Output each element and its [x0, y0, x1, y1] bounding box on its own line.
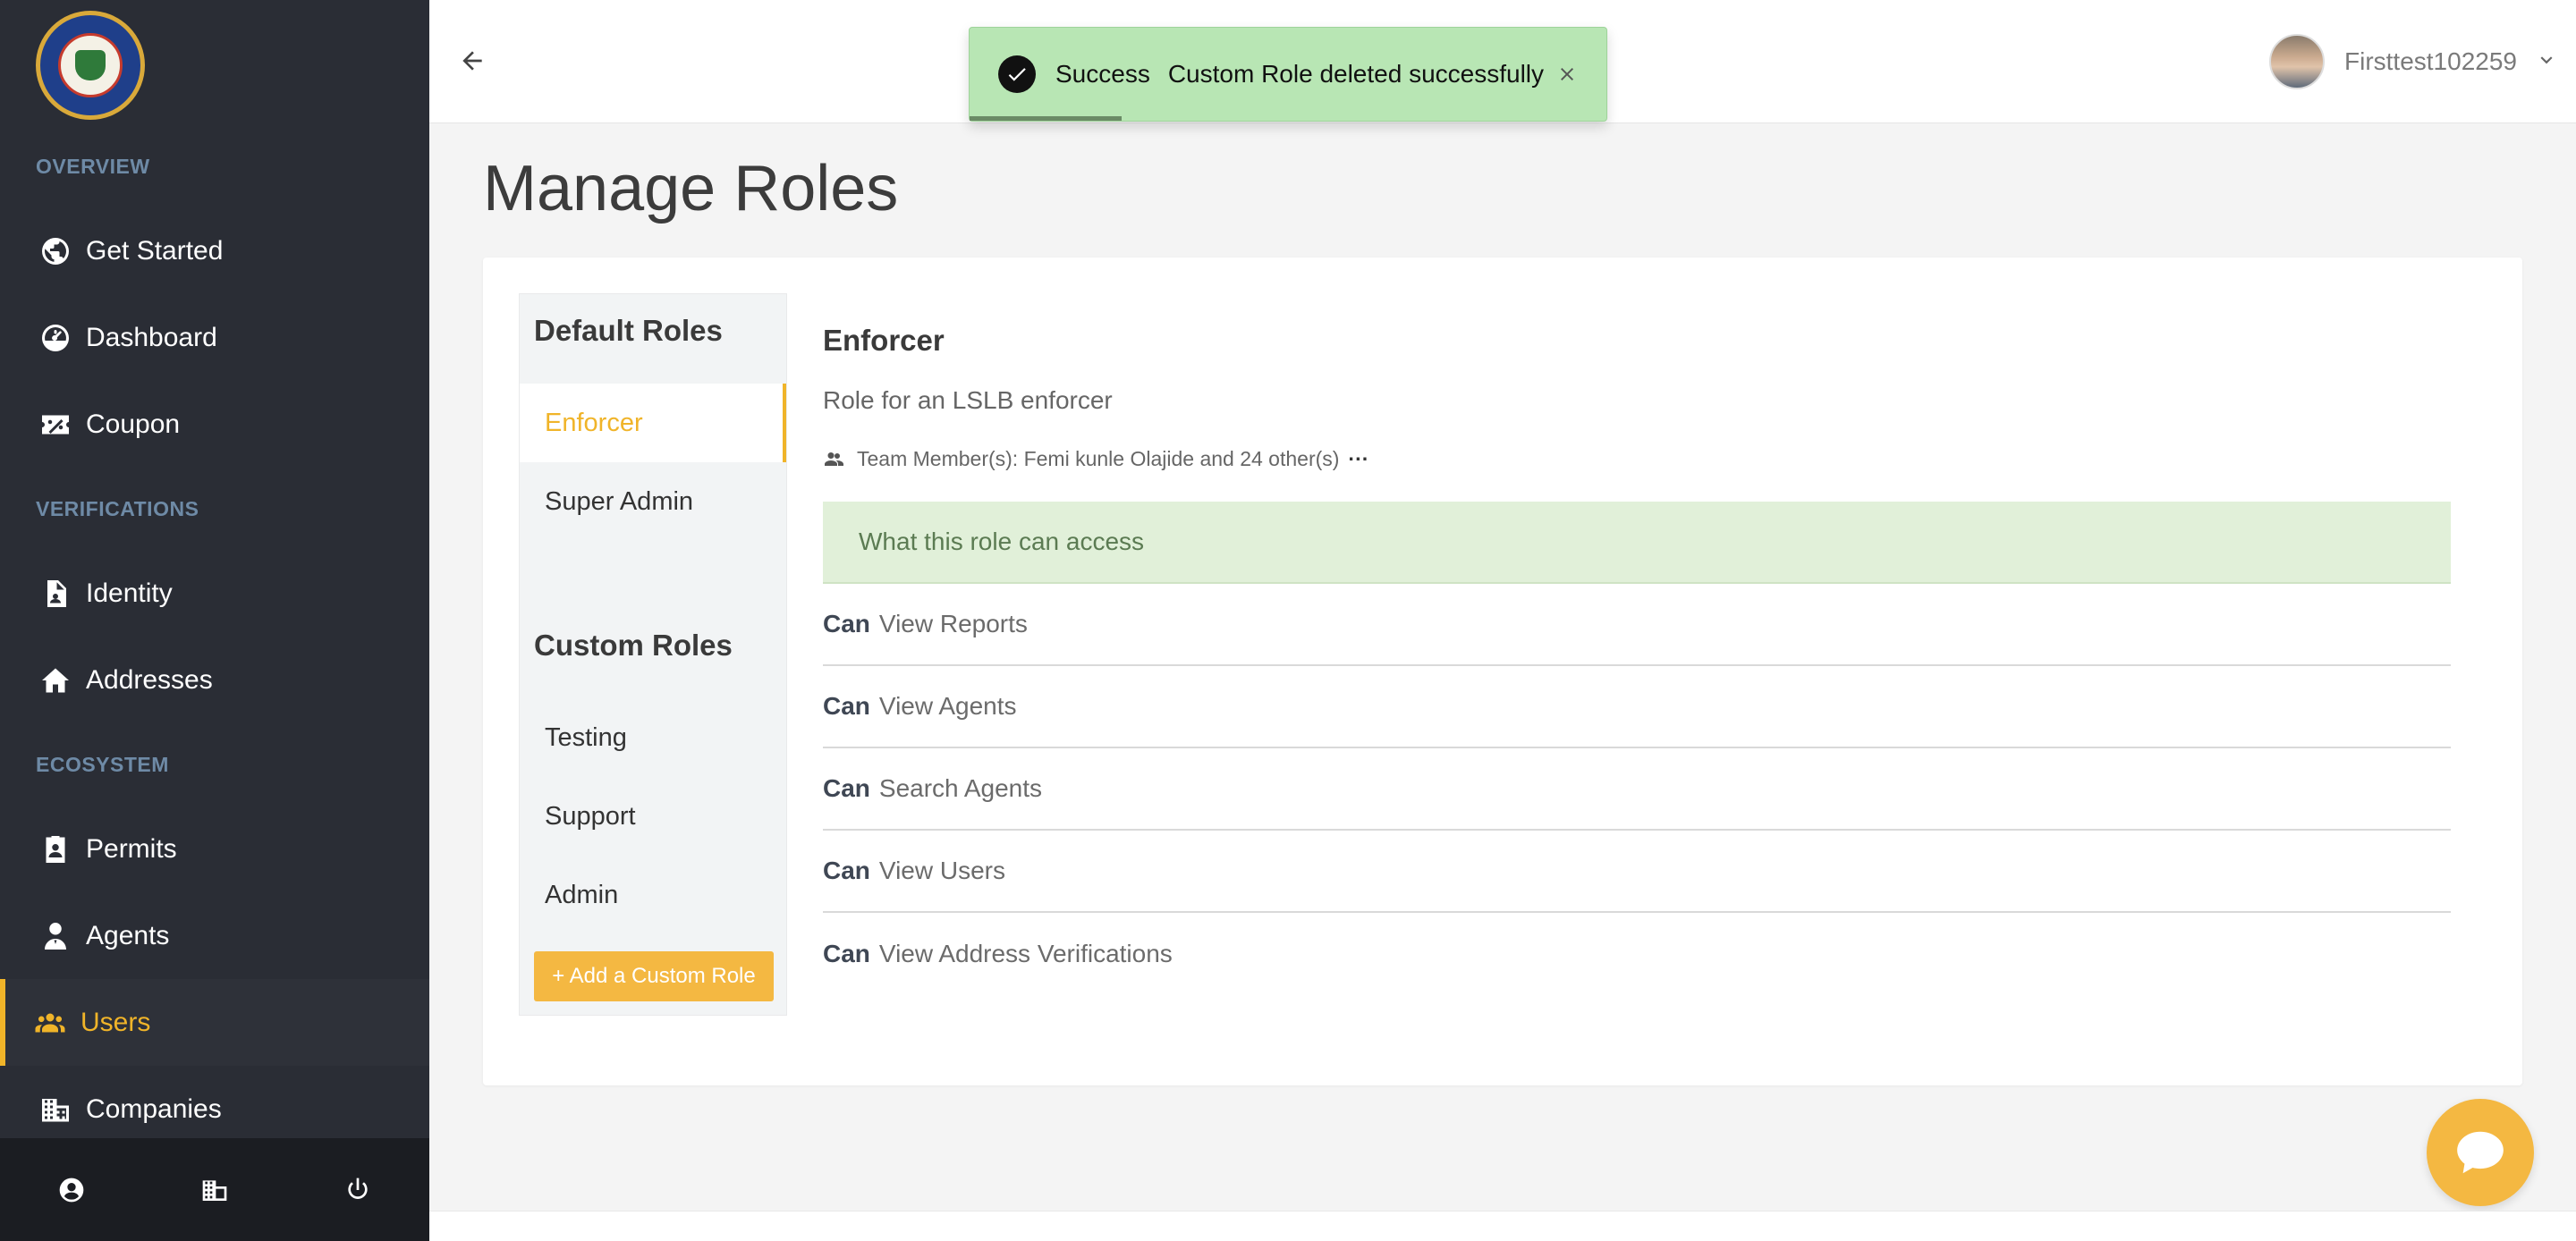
users-group-icon — [32, 1005, 68, 1041]
permission-row: Can View Users — [823, 831, 2451, 913]
sidebar-item-get-started[interactable]: Get Started — [0, 207, 429, 294]
roles-card: Default Roles Enforcer Super Admin Custo… — [483, 257, 2522, 1085]
logo-emblem — [58, 33, 123, 97]
badge-icon — [38, 832, 73, 867]
sidebar-item-label: Coupon — [86, 409, 181, 439]
check-circle-icon — [998, 55, 1036, 93]
permission-row: Can View Address Verifications — [823, 913, 2451, 995]
permission-can-label: Can — [823, 857, 870, 884]
permission-text: View Reports — [878, 610, 1028, 637]
add-custom-role-button[interactable]: + Add a Custom Role — [534, 951, 774, 1001]
more-options-icon[interactable]: ··· — [1348, 447, 1368, 471]
avatar — [2269, 34, 2325, 89]
home-icon — [38, 663, 73, 698]
permission-text: Search Agents — [878, 774, 1043, 802]
sidebar-item-label: Permits — [86, 833, 177, 864]
power-icon[interactable] — [340, 1172, 376, 1208]
user-menu[interactable]: Firsttest102259 — [2269, 32, 2558, 91]
access-heading: What this role can access — [823, 502, 2451, 584]
permission-row: Can Search Agents — [823, 748, 2451, 831]
logo-container — [0, 0, 429, 125]
sidebar-item-users[interactable]: Users — [0, 979, 429, 1066]
sidebar-item-label: Addresses — [86, 664, 213, 695]
section-label-verifications: VERIFICATIONS — [36, 497, 199, 520]
role-item-support[interactable]: Support — [520, 777, 786, 856]
sidebar-item-label: Companies — [86, 1093, 222, 1124]
page-title: Manage Roles — [483, 153, 899, 224]
chevron-down-icon — [2535, 48, 2558, 76]
organization-logo[interactable] — [36, 11, 145, 120]
role-description: Role for an LSLB enforcer — [823, 386, 1113, 414]
user-name: Firsttest102259 — [2344, 47, 2517, 75]
people-icon — [825, 452, 843, 466]
success-toast: Success Custom Role deleted successfully — [969, 27, 1607, 122]
section-label-overview: OVERVIEW — [36, 155, 150, 178]
permission-row: Can View Agents — [823, 666, 2451, 748]
role-item-enforcer[interactable]: Enforcer — [520, 384, 786, 462]
profile-icon[interactable] — [54, 1172, 89, 1208]
sidebar-item-addresses[interactable]: Addresses — [0, 637, 429, 723]
speedometer-icon — [38, 320, 73, 356]
sidebar-item-coupon[interactable]: Coupon — [0, 381, 429, 468]
toast-title: Success — [1055, 60, 1150, 88]
team-members-text: Team Member(s): Femi kunle Olajide and 2… — [857, 447, 1340, 470]
toast-progress-bar — [970, 116, 1122, 121]
permission-row: Can View Reports — [823, 584, 2451, 666]
company-icon[interactable] — [197, 1172, 233, 1208]
toast-message: Custom Role deleted successfully — [1167, 60, 1545, 88]
globe-icon — [38, 233, 73, 269]
team-members: Team Member(s): Femi kunle Olajide and 2… — [823, 447, 2451, 471]
sidebar-item-permits[interactable]: Permits — [0, 806, 429, 892]
permission-can-label: Can — [823, 940, 870, 967]
building-icon — [38, 1092, 73, 1127]
coupon-icon — [38, 407, 73, 443]
sidebar-item-label: Agents — [86, 920, 170, 950]
section-label-ecosystem: ECOSYSTEM — [36, 753, 169, 776]
back-arrow-icon[interactable] — [453, 41, 492, 80]
role-item-testing[interactable]: Testing — [520, 698, 786, 777]
permission-text: View Agents — [878, 692, 1017, 720]
sidebar-item-identity[interactable]: Identity — [0, 550, 429, 637]
sidebar-item-label: Users — [80, 1007, 151, 1037]
id-document-icon — [38, 576, 73, 612]
role-item-super-admin[interactable]: Super Admin — [520, 462, 786, 541]
permission-text: View Users — [878, 857, 1005, 884]
role-item-admin[interactable]: Admin — [520, 856, 786, 934]
sidebar-item-dashboard[interactable]: Dashboard — [0, 294, 429, 381]
close-icon[interactable] — [1555, 62, 1580, 87]
permission-can-label: Can — [823, 610, 870, 637]
permission-can-label: Can — [823, 774, 870, 802]
roles-list-panel: Default Roles Enforcer Super Admin Custo… — [519, 293, 787, 1016]
sidebar-footer — [0, 1138, 429, 1241]
sidebar-item-label: Dashboard — [86, 322, 217, 352]
sidebar-item-label: Get Started — [86, 235, 224, 266]
permission-can-label: Can — [823, 692, 870, 720]
sidebar: OVERVIEW Get Started Dashboard Coupon VE… — [0, 0, 429, 1241]
role-title: Enforcer — [823, 324, 945, 357]
default-roles-heading: Default Roles — [534, 314, 723, 347]
role-detail: Enforcer Role for an LSLB enforcer Team … — [823, 293, 2451, 995]
sidebar-item-label: Identity — [86, 578, 173, 608]
footer-strip — [429, 1211, 2576, 1241]
permission-text: View Address Verifications — [878, 940, 1173, 967]
agent-icon — [38, 918, 73, 954]
custom-roles-heading: Custom Roles — [534, 629, 733, 662]
chat-icon[interactable] — [2427, 1099, 2534, 1206]
sidebar-item-agents[interactable]: Agents — [0, 892, 429, 979]
